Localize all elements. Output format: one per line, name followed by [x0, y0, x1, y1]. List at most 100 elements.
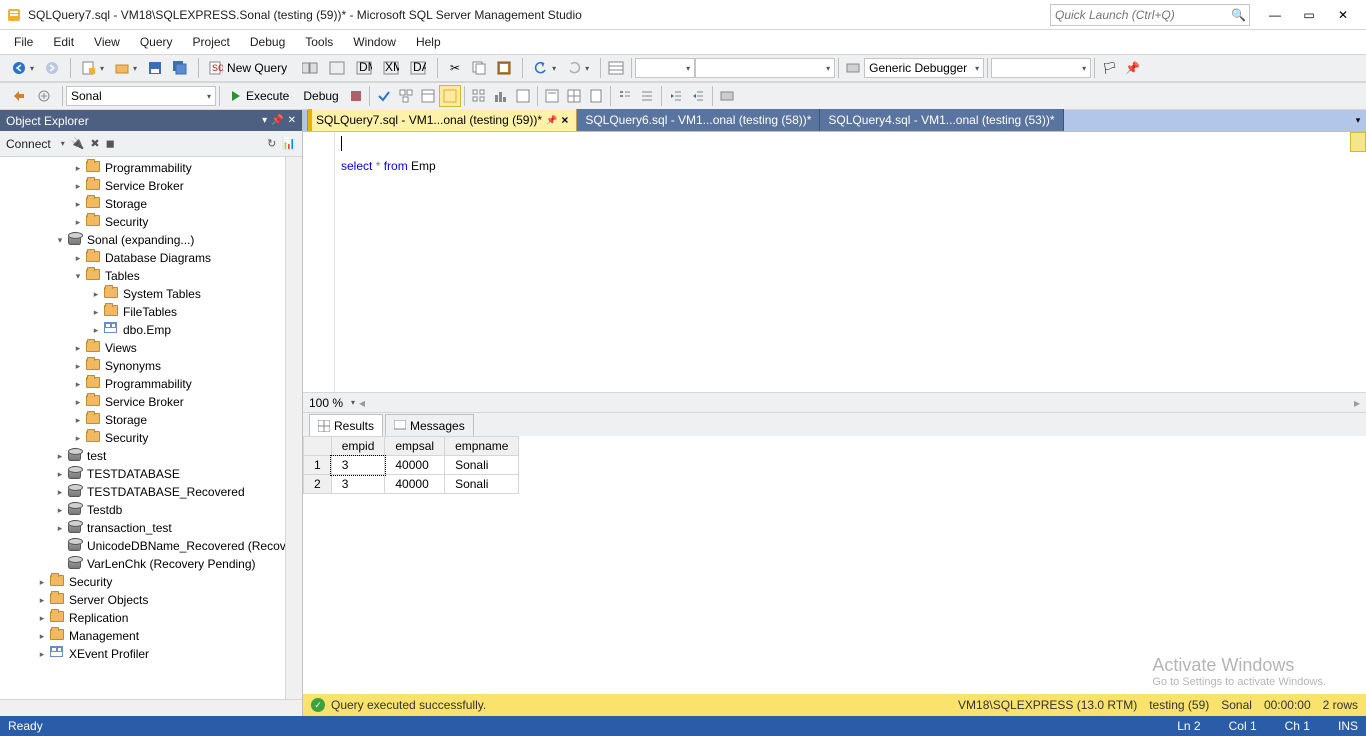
display-plan-button[interactable]	[395, 85, 417, 107]
tree-node[interactable]: ▸System Tables	[0, 285, 302, 303]
document-tab[interactable]: SQLQuery4.sql - VM1...onal (testing (53)…	[820, 109, 1063, 131]
parse-button[interactable]	[373, 85, 395, 107]
expand-icon[interactable]: ▸	[90, 324, 102, 336]
expand-icon[interactable]: ▸	[54, 522, 66, 534]
dax-button[interactable]: DAX	[406, 57, 430, 79]
menu-file[interactable]: File	[4, 30, 43, 54]
cell[interactable]: 3	[331, 475, 385, 494]
quick-launch-input[interactable]	[1055, 8, 1231, 22]
tree-node[interactable]: ▸transaction_test	[0, 519, 302, 537]
minimize-button[interactable]: —	[1258, 4, 1292, 26]
search-icon[interactable]: 🔍	[1231, 8, 1245, 22]
find-combo[interactable]: ▾	[991, 58, 1091, 78]
intellisense-button[interactable]	[439, 85, 461, 107]
menu-debug[interactable]: Debug	[240, 30, 295, 54]
expand-icon[interactable]: ▸	[54, 450, 66, 462]
solution-combo[interactable]: ▾	[635, 58, 695, 78]
tree-node[interactable]: ▸Service Broker	[0, 177, 302, 195]
column-header[interactable]: empname	[445, 437, 519, 456]
tree-node[interactable]: ▸Replication	[0, 609, 302, 627]
cancel-query-button[interactable]	[346, 85, 366, 107]
document-tab[interactable]: SQLQuery6.sql - VM1...onal (testing (58)…	[577, 109, 820, 131]
expand-icon[interactable]: ▸	[72, 378, 84, 390]
tree-node[interactable]: ▸Security	[0, 213, 302, 231]
nav-fwd-button[interactable]	[41, 57, 63, 79]
menu-help[interactable]: Help	[406, 30, 451, 54]
comment-button[interactable]	[614, 85, 636, 107]
menu-view[interactable]: View	[84, 30, 130, 54]
tree-node[interactable]: ▸TESTDATABASE_Recovered	[0, 483, 302, 501]
table-row[interactable]: 2340000Sonali	[304, 475, 519, 494]
row-number[interactable]: 1	[304, 456, 332, 475]
change-conn-icon[interactable]	[33, 85, 55, 107]
expand-icon[interactable]: ▸	[72, 252, 84, 264]
expand-icon[interactable]: ▸	[72, 216, 84, 228]
close-button[interactable]: ✕	[1326, 4, 1360, 26]
expand-icon[interactable]: ▸	[90, 288, 102, 300]
connect-label[interactable]: Connect	[6, 137, 51, 151]
tree-scrollbar-x[interactable]	[0, 699, 302, 716]
tree-node[interactable]: ▸Management	[0, 627, 302, 645]
connect-plug-icon[interactable]: 🔌	[71, 137, 85, 150]
expand-icon[interactable]: ▸	[36, 594, 48, 606]
indent-button[interactable]	[687, 85, 709, 107]
xmla-button[interactable]: XMLA	[379, 57, 403, 79]
tree-node[interactable]: ▾Sonal (expanding...)	[0, 231, 302, 249]
expand-icon[interactable]: ▸	[36, 648, 48, 660]
expand-icon[interactable]: ▸	[72, 342, 84, 354]
menu-project[interactable]: Project	[183, 30, 240, 54]
panel-close-icon[interactable]: ✕	[288, 115, 296, 126]
tool-pin-icon[interactable]: 📌	[1121, 57, 1144, 79]
tree-node[interactable]: ▸Synonyms	[0, 357, 302, 375]
tree-node[interactable]: ▸FileTables	[0, 303, 302, 321]
save-all-button[interactable]	[169, 57, 191, 79]
tree-node[interactable]: ▸dbo.Emp	[0, 321, 302, 339]
paste-button[interactable]	[493, 57, 515, 79]
row-header-blank[interactable]	[304, 437, 332, 456]
results-grid[interactable]: empidempsalempname1340000Sonali2340000So…	[303, 436, 1366, 694]
expand-icon[interactable]: ▸	[54, 468, 66, 480]
row-number[interactable]: 2	[304, 475, 332, 494]
debug-button[interactable]: Debug	[296, 85, 345, 107]
open-button[interactable]: ▾	[111, 57, 141, 79]
tree-node[interactable]: UnicodeDBName_Recovered (Recov	[0, 537, 302, 555]
tool-grid-icon[interactable]	[604, 57, 628, 79]
expand-icon[interactable]: ▸	[72, 360, 84, 372]
menu-tools[interactable]: Tools	[295, 30, 343, 54]
live-stats-button[interactable]	[490, 85, 512, 107]
panel-pin-icon[interactable]: 📌	[271, 115, 283, 126]
results-grid-button[interactable]	[563, 85, 585, 107]
cell[interactable]: 40000	[385, 456, 445, 475]
sql-editor[interactable]: select * from Emp	[303, 132, 1366, 392]
refresh-icon[interactable]: ↻	[267, 137, 276, 150]
pin-icon[interactable]: 📌	[546, 115, 557, 126]
tree-node[interactable]: ▸Programmability	[0, 159, 302, 177]
stop-icon[interactable]: ◼	[106, 137, 115, 150]
dmx-button[interactable]: DMX	[352, 57, 376, 79]
copy-button[interactable]	[468, 57, 490, 79]
menu-edit[interactable]: Edit	[43, 30, 84, 54]
as-button[interactable]	[325, 57, 349, 79]
tree-node[interactable]: ▾Tables	[0, 267, 302, 285]
tree-node[interactable]: ▸Service Broker	[0, 393, 302, 411]
debugger-combo[interactable]: Generic Debugger▾	[864, 58, 984, 78]
cut-button[interactable]: ✂	[445, 57, 465, 79]
column-header[interactable]: empsal	[385, 437, 445, 456]
outdent-button[interactable]	[665, 85, 687, 107]
collapse-icon[interactable]: ▾	[54, 234, 66, 246]
tree-node[interactable]: ▸Storage	[0, 411, 302, 429]
tab-results[interactable]: Results	[309, 414, 383, 436]
use-db-icon[interactable]	[8, 85, 30, 107]
tree-node[interactable]: ▸XEvent Profiler	[0, 645, 302, 663]
tree-node[interactable]: ▸TESTDATABASE	[0, 465, 302, 483]
new-query-button[interactable]: sql New Query	[202, 57, 294, 79]
tab-messages[interactable]: Messages	[385, 414, 474, 436]
tab-close-icon[interactable]: ×	[561, 113, 568, 127]
expand-icon[interactable]: ▸	[72, 414, 84, 426]
tree-scrollbar-y[interactable]	[285, 157, 302, 699]
tree-node[interactable]: ▸Storage	[0, 195, 302, 213]
zoom-value[interactable]: 100 %	[309, 396, 343, 410]
editor-text[interactable]: select * from Emp	[335, 132, 1366, 392]
client-stats-button[interactable]	[512, 85, 534, 107]
platform-combo[interactable]: ▾	[695, 58, 835, 78]
